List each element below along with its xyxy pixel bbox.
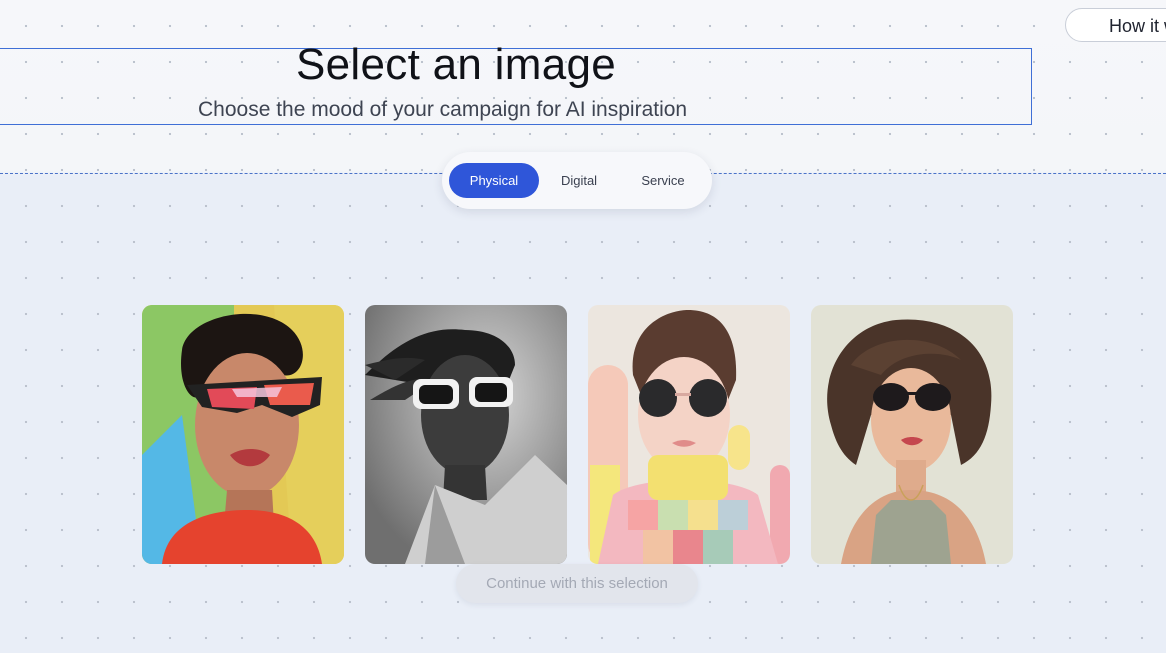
how-it-works-button[interactable]: How it w (1065, 8, 1166, 42)
tab-service[interactable]: Service (626, 163, 700, 198)
page-title: Select an image (296, 40, 617, 89)
page-subtitle: Choose the mood of your campaign for AI … (198, 98, 688, 121)
girl-round-sunglasses-pastel-image (588, 305, 790, 564)
continue-button[interactable]: Continue with this selection (456, 564, 698, 603)
woman-white-sunglasses-bw-image (365, 305, 567, 564)
how-it-works-label: How it w (1109, 16, 1166, 36)
image-card-1[interactable] (142, 305, 344, 564)
image-card-3[interactable] (588, 305, 790, 564)
image-card-4[interactable] (811, 305, 1013, 564)
woman-wavy-hair-sunglasses-illustration (811, 305, 1013, 564)
tab-physical[interactable]: Physical (449, 163, 539, 198)
category-tabs: Physical Digital Service (442, 152, 712, 209)
woman-red-sunglasses-colorful-image (142, 305, 344, 564)
tab-digital[interactable]: Digital (546, 163, 612, 198)
image-card-2[interactable] (365, 305, 567, 564)
